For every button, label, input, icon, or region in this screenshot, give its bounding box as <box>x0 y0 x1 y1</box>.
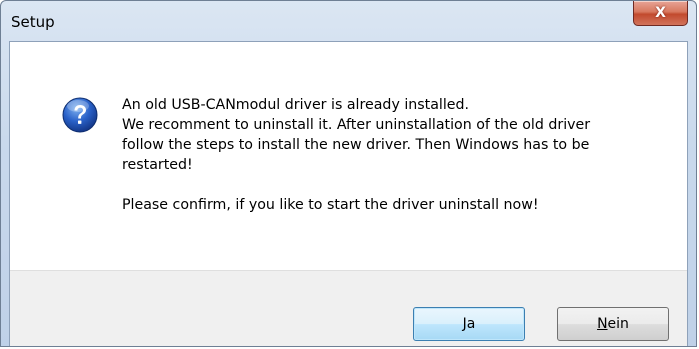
yes-button-label: Ja <box>462 316 476 332</box>
message-area: An old USB-CANmodul driver is already in… <box>10 42 687 270</box>
confirm-text: Please confirm, if you like to start the… <box>122 197 539 213</box>
title-bar[interactable]: Setup X <box>1 1 696 41</box>
dialog-client-area: An old USB-CANmodul driver is already in… <box>9 41 688 346</box>
message-line: An old USB-CANmodul driver is already in… <box>122 97 470 113</box>
close-button[interactable]: X <box>633 1 688 26</box>
message-line: We recomment to uninstall it. After unin… <box>122 117 591 133</box>
message-line: restarted! <box>122 157 193 173</box>
dialog-message: An old USB-CANmodul driver is already in… <box>122 95 682 215</box>
yes-button[interactable]: Ja <box>413 307 525 341</box>
message-line: follow the steps to install the new driv… <box>122 137 590 153</box>
no-button-mnemonic: N <box>597 316 608 332</box>
question-icon <box>62 97 98 133</box>
close-icon: X <box>655 5 666 21</box>
no-button-label-rest: ein <box>607 316 629 332</box>
no-button[interactable]: Nein <box>557 307 669 341</box>
no-button-label: Nein <box>597 316 629 332</box>
window-title: Setup <box>11 13 55 31</box>
button-bar: Ja Nein <box>10 270 687 346</box>
setup-dialog-window: Setup X An old USB-CANmodul driver is al… <box>0 0 697 347</box>
